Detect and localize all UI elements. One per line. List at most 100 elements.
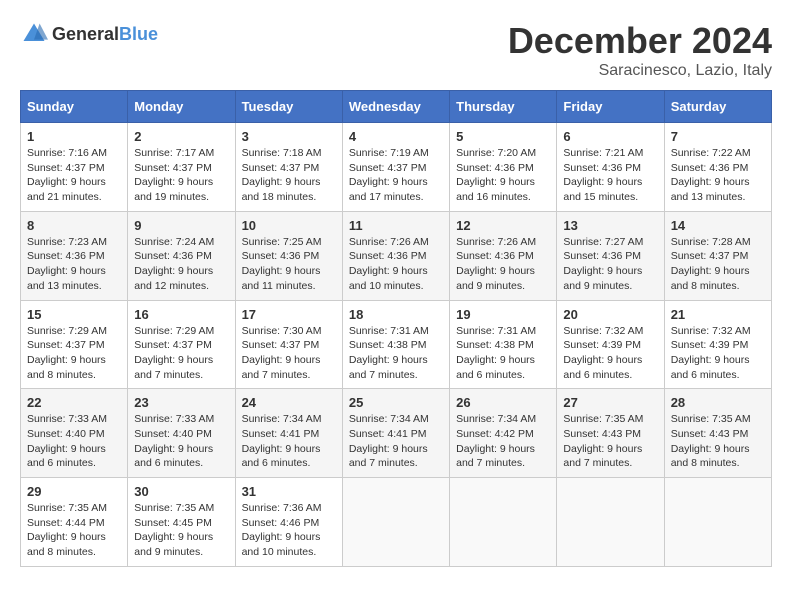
calendar-cell: 1 Sunrise: 7:16 AM Sunset: 4:37 PM Dayli… xyxy=(21,123,128,212)
calendar-cell: 3 Sunrise: 7:18 AM Sunset: 4:37 PM Dayli… xyxy=(235,123,342,212)
calendar-cell: 17 Sunrise: 7:30 AM Sunset: 4:37 PM Dayl… xyxy=(235,300,342,389)
calendar-cell: 14 Sunrise: 7:28 AM Sunset: 4:37 PM Dayl… xyxy=(664,211,771,300)
calendar-cell: 19 Sunrise: 7:31 AM Sunset: 4:38 PM Dayl… xyxy=(450,300,557,389)
day-number: 26 xyxy=(456,395,550,410)
header-sunday: Sunday xyxy=(21,91,128,123)
calendar-week-row: 1 Sunrise: 7:16 AM Sunset: 4:37 PM Dayli… xyxy=(21,123,772,212)
day-number: 10 xyxy=(242,218,336,233)
day-number: 6 xyxy=(563,129,657,144)
calendar-cell: 16 Sunrise: 7:29 AM Sunset: 4:37 PM Dayl… xyxy=(128,300,235,389)
day-number: 27 xyxy=(563,395,657,410)
calendar-cell: 8 Sunrise: 7:23 AM Sunset: 4:36 PM Dayli… xyxy=(21,211,128,300)
header-saturday: Saturday xyxy=(664,91,771,123)
day-info: Sunrise: 7:31 AM Sunset: 4:38 PM Dayligh… xyxy=(456,324,550,383)
day-number: 28 xyxy=(671,395,765,410)
day-info: Sunrise: 7:33 AM Sunset: 4:40 PM Dayligh… xyxy=(134,412,228,471)
day-number: 20 xyxy=(563,307,657,322)
day-info: Sunrise: 7:35 AM Sunset: 4:44 PM Dayligh… xyxy=(27,501,121,560)
day-info: Sunrise: 7:20 AM Sunset: 4:36 PM Dayligh… xyxy=(456,146,550,205)
calendar-cell: 7 Sunrise: 7:22 AM Sunset: 4:36 PM Dayli… xyxy=(664,123,771,212)
day-info: Sunrise: 7:26 AM Sunset: 4:36 PM Dayligh… xyxy=(456,235,550,294)
day-number: 4 xyxy=(349,129,443,144)
calendar-cell: 4 Sunrise: 7:19 AM Sunset: 4:37 PM Dayli… xyxy=(342,123,449,212)
day-number: 17 xyxy=(242,307,336,322)
header-tuesday: Tuesday xyxy=(235,91,342,123)
calendar-cell: 20 Sunrise: 7:32 AM Sunset: 4:39 PM Dayl… xyxy=(557,300,664,389)
day-info: Sunrise: 7:34 AM Sunset: 4:41 PM Dayligh… xyxy=(349,412,443,471)
day-number: 16 xyxy=(134,307,228,322)
day-number: 23 xyxy=(134,395,228,410)
calendar-cell: 26 Sunrise: 7:34 AM Sunset: 4:42 PM Dayl… xyxy=(450,389,557,478)
calendar-cell: 5 Sunrise: 7:20 AM Sunset: 4:36 PM Dayli… xyxy=(450,123,557,212)
day-info: Sunrise: 7:23 AM Sunset: 4:36 PM Dayligh… xyxy=(27,235,121,294)
header-friday: Friday xyxy=(557,91,664,123)
day-number: 25 xyxy=(349,395,443,410)
day-number: 8 xyxy=(27,218,121,233)
day-number: 1 xyxy=(27,129,121,144)
day-info: Sunrise: 7:21 AM Sunset: 4:36 PM Dayligh… xyxy=(563,146,657,205)
calendar-cell: 15 Sunrise: 7:29 AM Sunset: 4:37 PM Dayl… xyxy=(21,300,128,389)
day-info: Sunrise: 7:32 AM Sunset: 4:39 PM Dayligh… xyxy=(671,324,765,383)
logo: GeneralBlue xyxy=(20,20,158,48)
calendar-cell: 30 Sunrise: 7:35 AM Sunset: 4:45 PM Dayl… xyxy=(128,478,235,567)
calendar-cell: 2 Sunrise: 7:17 AM Sunset: 4:37 PM Dayli… xyxy=(128,123,235,212)
calendar-cell xyxy=(557,478,664,567)
calendar-cell xyxy=(450,478,557,567)
day-number: 22 xyxy=(27,395,121,410)
calendar-cell: 23 Sunrise: 7:33 AM Sunset: 4:40 PM Dayl… xyxy=(128,389,235,478)
day-number: 3 xyxy=(242,129,336,144)
calendar-cell: 25 Sunrise: 7:34 AM Sunset: 4:41 PM Dayl… xyxy=(342,389,449,478)
day-number: 31 xyxy=(242,484,336,499)
calendar-cell xyxy=(342,478,449,567)
day-number: 29 xyxy=(27,484,121,499)
calendar-cell: 18 Sunrise: 7:31 AM Sunset: 4:38 PM Dayl… xyxy=(342,300,449,389)
header-thursday: Thursday xyxy=(450,91,557,123)
header-monday: Monday xyxy=(128,91,235,123)
day-number: 12 xyxy=(456,218,550,233)
day-info: Sunrise: 7:22 AM Sunset: 4:36 PM Dayligh… xyxy=(671,146,765,205)
day-info: Sunrise: 7:27 AM Sunset: 4:36 PM Dayligh… xyxy=(563,235,657,294)
month-title: December 2024 xyxy=(508,20,772,62)
calendar-cell: 12 Sunrise: 7:26 AM Sunset: 4:36 PM Dayl… xyxy=(450,211,557,300)
calendar-header-row: Sunday Monday Tuesday Wednesday Thursday… xyxy=(21,91,772,123)
day-info: Sunrise: 7:36 AM Sunset: 4:46 PM Dayligh… xyxy=(242,501,336,560)
day-number: 18 xyxy=(349,307,443,322)
calendar-cell: 6 Sunrise: 7:21 AM Sunset: 4:36 PM Dayli… xyxy=(557,123,664,212)
day-info: Sunrise: 7:35 AM Sunset: 4:43 PM Dayligh… xyxy=(563,412,657,471)
day-info: Sunrise: 7:35 AM Sunset: 4:43 PM Dayligh… xyxy=(671,412,765,471)
day-number: 30 xyxy=(134,484,228,499)
day-number: 13 xyxy=(563,218,657,233)
calendar-cell xyxy=(664,478,771,567)
day-info: Sunrise: 7:32 AM Sunset: 4:39 PM Dayligh… xyxy=(563,324,657,383)
logo-icon xyxy=(20,20,48,48)
day-info: Sunrise: 7:29 AM Sunset: 4:37 PM Dayligh… xyxy=(134,324,228,383)
day-number: 14 xyxy=(671,218,765,233)
calendar-cell: 22 Sunrise: 7:33 AM Sunset: 4:40 PM Dayl… xyxy=(21,389,128,478)
calendar-cell: 28 Sunrise: 7:35 AM Sunset: 4:43 PM Dayl… xyxy=(664,389,771,478)
day-info: Sunrise: 7:28 AM Sunset: 4:37 PM Dayligh… xyxy=(671,235,765,294)
calendar-cell: 11 Sunrise: 7:26 AM Sunset: 4:36 PM Dayl… xyxy=(342,211,449,300)
calendar-week-row: 8 Sunrise: 7:23 AM Sunset: 4:36 PM Dayli… xyxy=(21,211,772,300)
calendar-cell: 27 Sunrise: 7:35 AM Sunset: 4:43 PM Dayl… xyxy=(557,389,664,478)
logo-blue-text: Blue xyxy=(119,24,158,44)
logo-general-text: General xyxy=(52,24,119,44)
day-info: Sunrise: 7:25 AM Sunset: 4:36 PM Dayligh… xyxy=(242,235,336,294)
header: GeneralBlue December 2024 Saracinesco, L… xyxy=(20,20,772,80)
calendar-week-row: 22 Sunrise: 7:33 AM Sunset: 4:40 PM Dayl… xyxy=(21,389,772,478)
calendar-cell: 10 Sunrise: 7:25 AM Sunset: 4:36 PM Dayl… xyxy=(235,211,342,300)
calendar-cell: 31 Sunrise: 7:36 AM Sunset: 4:46 PM Dayl… xyxy=(235,478,342,567)
day-number: 21 xyxy=(671,307,765,322)
day-number: 19 xyxy=(456,307,550,322)
day-info: Sunrise: 7:34 AM Sunset: 4:41 PM Dayligh… xyxy=(242,412,336,471)
day-info: Sunrise: 7:35 AM Sunset: 4:45 PM Dayligh… xyxy=(134,501,228,560)
day-number: 11 xyxy=(349,218,443,233)
day-number: 9 xyxy=(134,218,228,233)
header-wednesday: Wednesday xyxy=(342,91,449,123)
calendar-cell: 9 Sunrise: 7:24 AM Sunset: 4:36 PM Dayli… xyxy=(128,211,235,300)
day-info: Sunrise: 7:34 AM Sunset: 4:42 PM Dayligh… xyxy=(456,412,550,471)
day-number: 2 xyxy=(134,129,228,144)
day-number: 5 xyxy=(456,129,550,144)
day-info: Sunrise: 7:17 AM Sunset: 4:37 PM Dayligh… xyxy=(134,146,228,205)
day-info: Sunrise: 7:29 AM Sunset: 4:37 PM Dayligh… xyxy=(27,324,121,383)
calendar-cell: 24 Sunrise: 7:34 AM Sunset: 4:41 PM Dayl… xyxy=(235,389,342,478)
